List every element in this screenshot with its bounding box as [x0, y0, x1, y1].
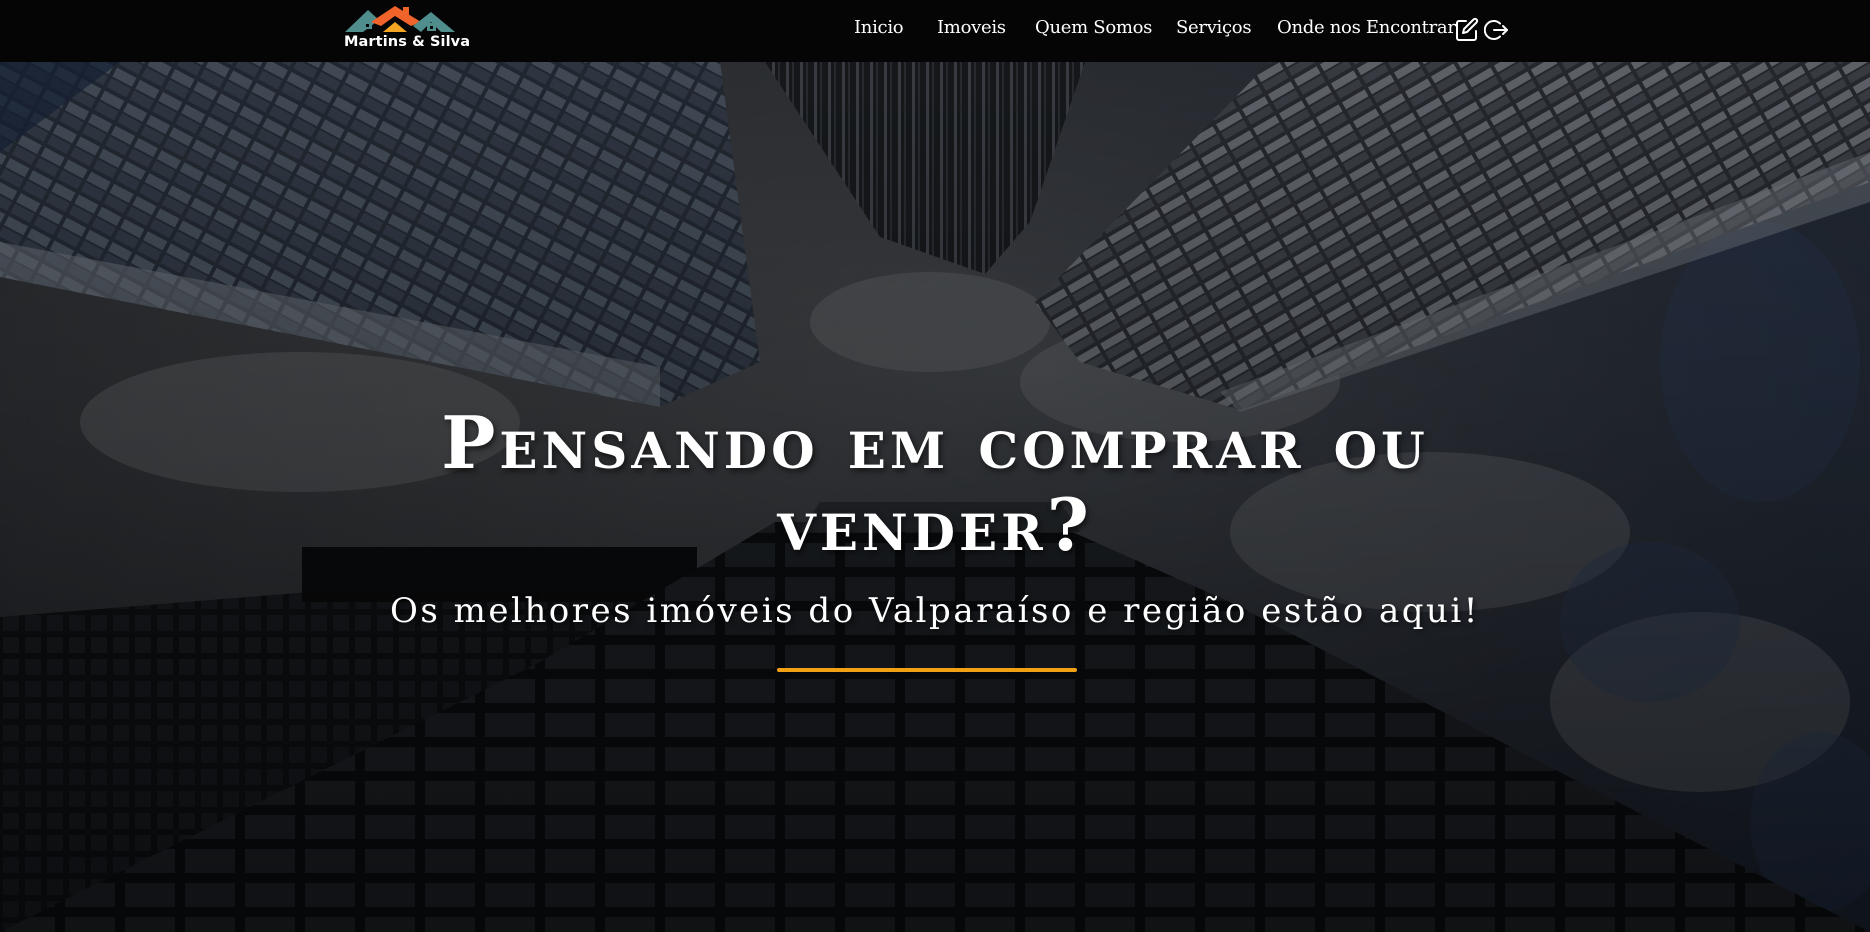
hero-section: Pensando em comprar ou vender? Os melhor… [0, 62, 1870, 932]
hero-headline: Pensando em comprar ou vender? [441, 400, 1429, 567]
nav-link-servicos[interactable]: Serviços [1176, 17, 1252, 38]
nav-link-onde-nos-encontrar[interactable]: Onde nos Encontrar [1277, 17, 1456, 38]
edit-icon[interactable] [1454, 17, 1480, 43]
nav-link-imoveis[interactable]: Imoveis [937, 17, 1006, 38]
nav-link-quem-somos[interactable]: Quem Somos [1035, 17, 1152, 38]
hero-subheadline: Os melhores imóveis do Valparaíso e regi… [390, 591, 1480, 631]
navbar: Martins & Silva Inicio Imoveis Quem Somo… [0, 0, 1870, 62]
house-roof-logo-icon [345, 6, 455, 32]
hero-divider [777, 668, 1077, 672]
brand-name: Martins & Silva [344, 34, 471, 50]
logout-icon[interactable] [1483, 17, 1510, 43]
brand-logo[interactable]: Martins & Silva [343, 4, 470, 54]
nav-link-inicio[interactable]: Inicio [854, 17, 904, 38]
